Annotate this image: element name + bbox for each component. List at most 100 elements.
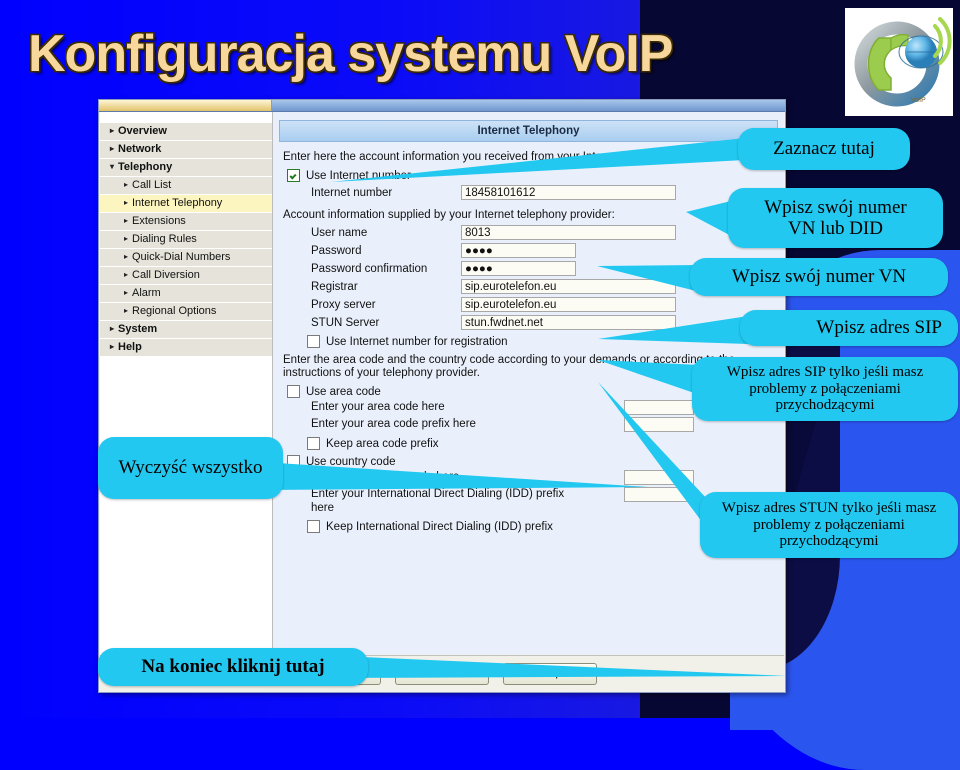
use-area-code-label: Use area code xyxy=(306,385,381,398)
proxy-server-input[interactable]: sip.eurotelefon.eu xyxy=(461,297,676,312)
chevron-right-icon: ▸ xyxy=(124,288,129,297)
sidebar-item-label: Call Diversion xyxy=(132,269,200,281)
user-name-label: User name xyxy=(311,226,368,239)
keep-area-code-prefix-label: Keep area code prefix xyxy=(326,437,439,450)
idd-prefix-label: Enter your International Direct Dialing … xyxy=(311,488,565,514)
navigation-sidebar[interactable]: ▸ Overview ▸ Network ▾ Telephony ▸ Call List ▸ In… xyxy=(100,112,273,656)
sidebar-item-label: Telephony xyxy=(118,161,173,173)
sidebar-item-label: Overview xyxy=(118,125,167,137)
use-internet-number-registration-checkbox[interactable] xyxy=(307,335,320,348)
use-internet-number-registration-row[interactable]: Use Internet number for registration xyxy=(307,335,784,348)
chevron-right-icon: ▸ xyxy=(124,234,129,243)
chevron-right-icon: ▸ xyxy=(110,324,115,333)
country-code-row[interactable]: Enter your country code here xyxy=(311,470,784,485)
window-titlebar-tan-strip xyxy=(99,100,272,111)
window-titlebar xyxy=(99,100,785,112)
use-internet-number-registration-label: Use Internet number for registration xyxy=(326,335,508,348)
sidebar-item-help[interactable]: ▸ Help xyxy=(100,339,272,357)
chevron-right-icon: ▸ xyxy=(124,306,129,315)
callout-na-koniec: Na koniec kliknij tutaj xyxy=(98,648,368,686)
proxy-server-row[interactable]: Proxy server sip.eurotelefon.eu xyxy=(311,297,784,312)
chevron-down-icon: ▾ xyxy=(110,162,115,171)
password-label: Password xyxy=(311,244,362,257)
sidebar-item-quick-dial-numbers[interactable]: ▸ Quick-Dial Numbers xyxy=(100,249,272,267)
page-title: Konfiguracja systemu VoIP xyxy=(28,25,673,83)
callout-zaznacz-tutaj: Zaznacz tutaj xyxy=(738,128,910,170)
user-name-input[interactable]: 8013 xyxy=(461,225,676,240)
country-code-input[interactable] xyxy=(624,470,694,485)
use-area-code-checkbox[interactable] xyxy=(287,385,300,398)
password-input[interactable]: ●●●● xyxy=(461,243,576,258)
sidebar-item-dialing-rules[interactable]: ▸ Dialing Rules xyxy=(100,231,272,249)
chevron-right-icon: ▸ xyxy=(124,270,129,279)
chevron-right-icon: ▸ xyxy=(110,144,115,153)
sidebar-item-label: Quick-Dial Numbers xyxy=(132,251,231,263)
stun-server-row[interactable]: STUN Server stun.fwdnet.net xyxy=(311,315,784,330)
sidebar-item-call-list[interactable]: ▸ Call List xyxy=(100,177,272,195)
chevron-right-icon: ▸ xyxy=(124,216,129,225)
panel-title: Internet Telephony xyxy=(279,120,778,142)
area-code-input[interactable] xyxy=(624,400,694,415)
internet-number-label: Internet number xyxy=(311,186,393,199)
router-config-window: ▸ Overview ▸ Network ▾ Telephony ▸ Call List ▸ In… xyxy=(98,99,786,693)
registrar-label: Registrar xyxy=(311,280,358,293)
idd-prefix-input[interactable] xyxy=(624,487,694,502)
sidebar-item-label: Help xyxy=(118,341,142,353)
chevron-right-icon: ▸ xyxy=(124,252,129,261)
user-name-row[interactable]: User name 8013 xyxy=(311,225,784,240)
cancel-button[interactable]: Cancel xyxy=(395,662,489,685)
sidebar-top-padding xyxy=(100,112,272,123)
sidebar-item-label: Dialing Rules xyxy=(132,233,197,245)
chevron-right-icon: ▸ xyxy=(124,180,129,189)
password-confirmation-input[interactable]: ●●●● xyxy=(461,261,576,276)
use-internet-number-checkbox[interactable] xyxy=(287,169,300,182)
use-country-code-label: Use country code xyxy=(306,455,396,468)
sidebar-item-label: Internet Telephony xyxy=(132,197,223,209)
sidebar-item-overview[interactable]: ▸ Overview xyxy=(100,123,272,141)
sidebar-item-label: Network xyxy=(118,143,162,155)
sidebar-item-label: Alarm xyxy=(132,287,161,299)
callout-numer-vn: Wpisz swój numer VN xyxy=(690,258,948,296)
sidebar-item-label: System xyxy=(118,323,158,335)
sidebar-item-extensions[interactable]: ▸ Extensions xyxy=(100,213,272,231)
internet-number-input[interactable]: 18458101612 xyxy=(461,185,676,200)
sidebar-item-call-diversion[interactable]: ▸ Call Diversion xyxy=(100,267,272,285)
keep-idd-prefix-label: Keep International Direct Dialing (IDD) … xyxy=(326,520,553,533)
internet-number-row[interactable]: Internet number 18458101612 xyxy=(311,185,784,200)
area-code-prefix-input[interactable] xyxy=(624,417,694,432)
stun-server-input[interactable]: stun.fwdnet.net xyxy=(461,315,676,330)
sidebar-item-alarm[interactable]: ▸ Alarm xyxy=(100,285,272,303)
use-internet-number-row[interactable]: Use Internet number xyxy=(287,169,784,182)
use-country-code-row[interactable]: Use country code xyxy=(287,455,784,468)
password-confirmation-label: Password confirmation xyxy=(311,262,428,275)
help-button[interactable]: Help xyxy=(503,662,597,685)
svg-text:VoIP: VoIP xyxy=(911,97,926,104)
sidebar-item-internet-telephony[interactable]: ▸ Internet Telephony xyxy=(100,195,272,213)
sidebar-item-label: Regional Options xyxy=(132,305,217,317)
password-row[interactable]: Password ●●●● xyxy=(311,243,784,258)
callout-vn-lub-did: Wpisz swój numer VN lub DID xyxy=(728,188,943,248)
use-internet-number-label: Use Internet number xyxy=(306,169,411,182)
area-code-label: Enter your area code here xyxy=(311,401,445,413)
callout-vn-lub-did-text: Wpisz swój numer VN lub DID xyxy=(764,196,907,239)
chevron-right-icon: ▸ xyxy=(110,342,115,351)
chevron-right-icon: ▸ xyxy=(124,198,129,207)
sidebar-item-network[interactable]: ▸ Network xyxy=(100,141,272,159)
proxy-server-label: Proxy server xyxy=(311,298,376,311)
sidebar-item-regional-options[interactable]: ▸ Regional Options xyxy=(100,303,272,321)
voip-phone-globe-logo: VoIP xyxy=(845,8,953,116)
keep-idd-prefix-checkbox[interactable] xyxy=(307,520,320,533)
use-country-code-checkbox[interactable] xyxy=(287,455,300,468)
sidebar-item-telephony[interactable]: ▾ Telephony xyxy=(100,159,272,177)
sidebar-item-system[interactable]: ▸ System xyxy=(100,321,272,339)
chevron-right-icon: ▸ xyxy=(110,126,115,135)
account-info-note: Account information supplied by your Int… xyxy=(283,209,615,221)
sidebar-bottom-padding xyxy=(100,357,272,656)
navigation-tree[interactable]: ▸ Overview ▸ Network ▾ Telephony ▸ Call List ▸ In… xyxy=(100,123,272,357)
keep-area-code-prefix-row[interactable]: Keep area code prefix xyxy=(307,437,784,450)
panel-intro-text: Enter here the account information you r… xyxy=(283,151,723,163)
keep-area-code-prefix-checkbox[interactable] xyxy=(307,437,320,450)
registrar-input[interactable]: sip.eurotelefon.eu xyxy=(461,279,676,294)
callout-wyczysc-wszystko: Wyczyść wszystko xyxy=(98,437,283,499)
callout-adres-sip: Wpisz adres SIP xyxy=(740,310,958,346)
